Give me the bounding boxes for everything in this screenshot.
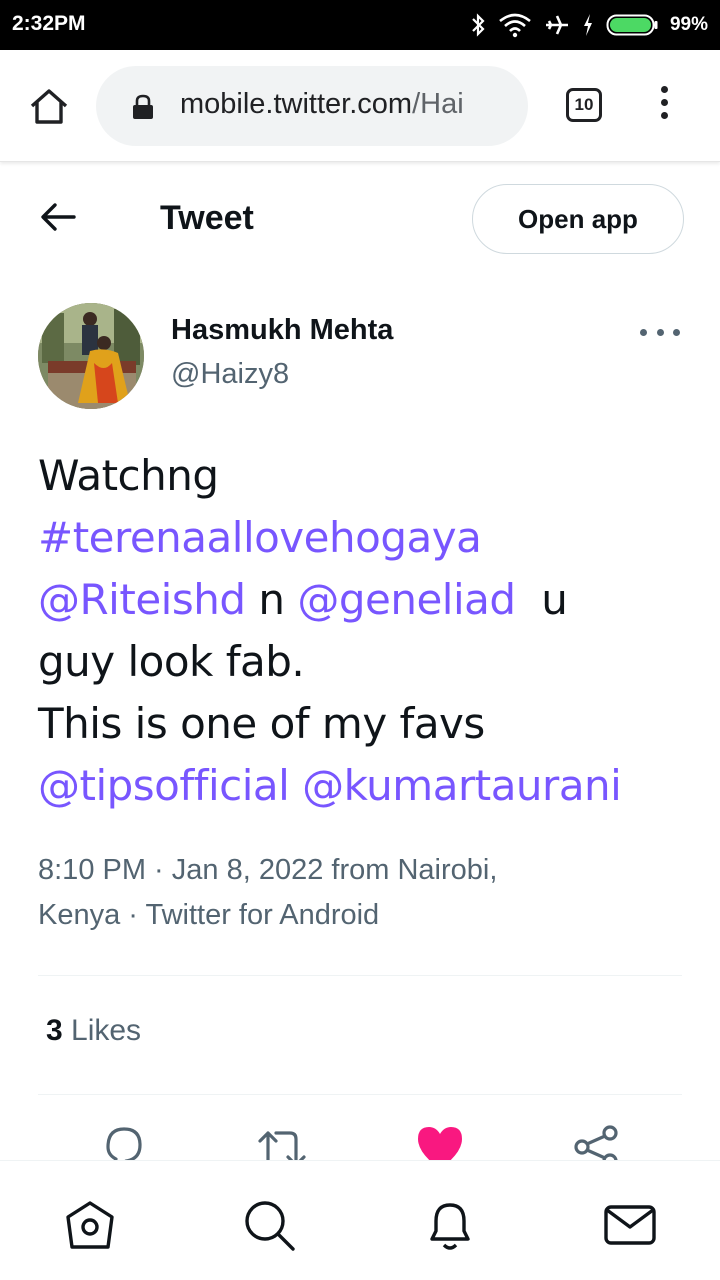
status-icons: 99% (470, 10, 708, 40)
url-text[interactable]: mobile.twitter.com/Hai (180, 88, 510, 121)
bottom-navigation (0, 1160, 720, 1280)
tweet-meta: 8:10 PM · Jan 8, 2022 from Nairobi, Keny… (38, 848, 678, 938)
tweet-actions (0, 1095, 720, 1160)
home-icon (30, 89, 68, 124)
status-time: 2:32PM (12, 12, 86, 35)
tweet-text: Watchng #terenaallovehogaya @Riteishd n … (38, 445, 698, 817)
author-handle[interactable]: @Haizy8 (171, 358, 289, 391)
page-title: Tweet (160, 199, 254, 237)
back-button[interactable] (38, 200, 78, 234)
airplane-icon (545, 15, 568, 35)
home-icon (66, 1201, 114, 1249)
browser-toolbar: mobile.twitter.com/Hai 10 (0, 50, 720, 162)
retweet-button[interactable] (256, 1123, 308, 1160)
tweet-timestamp[interactable]: 8:10 PM · Jan 8, 2022 from Nairobi, (38, 848, 678, 893)
hashtag-link[interactable]: #terenaallovehogaya (38, 513, 482, 562)
like-button[interactable] (414, 1123, 466, 1160)
messages-icon (604, 1205, 656, 1245)
search-icon (245, 1201, 295, 1251)
tweet-text-line: Watchng (38, 451, 219, 500)
more-options-button[interactable] (640, 324, 680, 340)
lock-icon (133, 94, 153, 119)
share-button[interactable] (572, 1123, 624, 1160)
mention-link-riteishd[interactable]: @Riteishd (38, 575, 246, 624)
browser-menu-button[interactable] (654, 86, 674, 126)
avatar-photo (38, 303, 144, 409)
bluetooth-icon (472, 13, 485, 37)
likes-number: 3 (46, 1014, 63, 1047)
notifications-icon (430, 1203, 470, 1250)
charging-icon (583, 14, 592, 36)
nav-notifications[interactable] (422, 1197, 478, 1253)
tweet-text-line: guy look fab. (38, 637, 305, 686)
arrow-left-icon (41, 203, 76, 231)
tweet-text-joiner: n (245, 575, 298, 624)
nav-home[interactable] (62, 1197, 118, 1253)
nav-messages[interactable] (602, 1197, 658, 1253)
tweet-text-line: This is one of my favs (38, 699, 485, 748)
likes-label: Likes (62, 1014, 142, 1047)
avatar[interactable] (38, 303, 144, 409)
likes-count[interactable]: 3 Likes (46, 1014, 141, 1048)
divider (38, 975, 682, 976)
home-button[interactable] (26, 84, 72, 130)
tab-switcher-button[interactable]: 10 (566, 88, 602, 122)
status-bar: 2:32PM 99% (0, 0, 720, 50)
like-icon (418, 1127, 462, 1160)
battery-icon (606, 14, 658, 36)
reply-icon (106, 1127, 142, 1160)
tweet-text-fragment: u (515, 575, 568, 624)
author-name[interactable]: Hasmukh Mehta (171, 314, 393, 347)
retweet-icon (258, 1131, 306, 1160)
mention-link-kumartaurani[interactable]: @kumartaurani (302, 761, 622, 810)
tweet-source: Kenya · Twitter for Android (38, 899, 380, 931)
nav-search[interactable] (241, 1197, 297, 1253)
open-app-button[interactable]: Open app (472, 184, 684, 254)
wifi-icon (499, 13, 531, 38)
battery-percent: 99% (669, 14, 708, 35)
reply-button[interactable] (98, 1123, 150, 1160)
tweet-header: Tweet Open app (0, 162, 720, 272)
address-bar[interactable]: mobile.twitter.com/Hai (96, 66, 528, 146)
mention-link-tipsofficial[interactable]: @tipsofficial (38, 761, 290, 810)
share-icon (574, 1125, 618, 1160)
mention-link-geneliad[interactable]: @geneliad (297, 575, 516, 624)
